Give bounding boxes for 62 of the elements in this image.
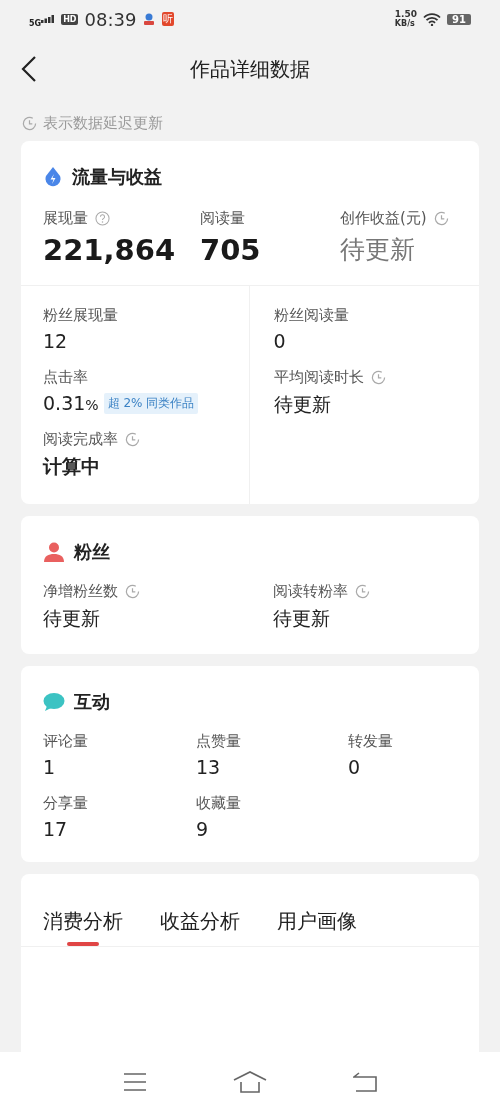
clock-icon xyxy=(355,583,370,599)
metric-label: 平均阅读时长 xyxy=(273,367,364,387)
metric-value: 计算中 xyxy=(43,454,100,479)
return-icon[interactable] xyxy=(353,1071,377,1092)
clock-time: 08:39 xyxy=(84,8,137,30)
metric-value: 待更新 xyxy=(273,606,331,631)
section-title: 流量与收益 xyxy=(72,165,162,189)
metric-label: 粉丝阅读量 xyxy=(273,305,349,325)
app-icon xyxy=(142,12,157,26)
metric-value: 待更新 xyxy=(43,606,101,631)
metric-value: 705 xyxy=(200,233,262,267)
metric-label: 粉丝展现量 xyxy=(43,305,118,325)
metric-value: 12 xyxy=(43,330,68,352)
metric-label: 点赞量 xyxy=(196,731,241,751)
metric-value: 待更新 xyxy=(273,392,331,417)
metric-label: 点击率 xyxy=(43,367,88,387)
comparison-tag: 超 2% 同类作品 xyxy=(103,392,199,414)
help-icon[interactable] xyxy=(95,210,110,226)
metric-label: 评论量 xyxy=(43,731,88,751)
metric-label: 阅读转粉率 xyxy=(273,581,348,601)
clock-icon xyxy=(22,116,37,131)
page-title: 作品详细数据 xyxy=(190,55,310,83)
metric-value: 0.31% xyxy=(43,392,99,414)
metric-label: 转发量 xyxy=(348,731,393,751)
analysis-tab[interactable]: 收益分析 xyxy=(160,874,240,946)
clock-icon xyxy=(125,431,140,447)
metric-value: 0 xyxy=(348,756,362,778)
app-badge: 听 xyxy=(162,12,175,26)
metric-value: 待更新 xyxy=(340,234,416,266)
metric-label: 阅读完成率 xyxy=(43,429,118,449)
metric-label: 创作收益(元) xyxy=(340,208,427,228)
metric-label: 收藏量 xyxy=(196,793,241,813)
menu-icon[interactable] xyxy=(123,1072,147,1091)
clock-icon xyxy=(433,210,449,226)
hd-badge: HD xyxy=(61,13,79,25)
metric-label: 分享量 xyxy=(43,793,88,813)
metric-value: 1 xyxy=(43,756,57,778)
battery-indicator: 91 xyxy=(447,13,471,25)
network-type: 5G xyxy=(29,18,42,28)
section-title: 粉丝 xyxy=(74,540,110,564)
section-title: 互动 xyxy=(74,690,110,714)
person-icon xyxy=(43,542,65,562)
metric-value: 0 xyxy=(273,330,286,352)
network-speed: 1.50 KB/s xyxy=(394,10,418,28)
metric-value: 9 xyxy=(196,818,210,840)
signal-icon xyxy=(41,15,56,23)
metric-label: 阅读量 xyxy=(200,208,245,228)
metric-value: 13 xyxy=(196,756,222,778)
delay-note: 表示数据延迟更新 xyxy=(43,114,163,133)
back-icon[interactable] xyxy=(21,55,37,83)
clock-icon xyxy=(125,583,140,599)
metric-value: 221,864 xyxy=(43,233,177,267)
analysis-tab[interactable]: 用户画像 xyxy=(277,874,357,946)
analysis-tab[interactable]: 消费分析 xyxy=(43,874,123,946)
clock-icon xyxy=(370,369,386,385)
metric-value: 17 xyxy=(43,818,69,840)
metric-label: 展现量 xyxy=(43,208,88,228)
metric-label: 净增粉丝数 xyxy=(43,581,118,601)
home-icon[interactable] xyxy=(233,1070,267,1093)
wifi-icon xyxy=(423,12,442,26)
speech-bubble-icon xyxy=(43,692,65,712)
lightning-drop-icon xyxy=(43,166,63,188)
